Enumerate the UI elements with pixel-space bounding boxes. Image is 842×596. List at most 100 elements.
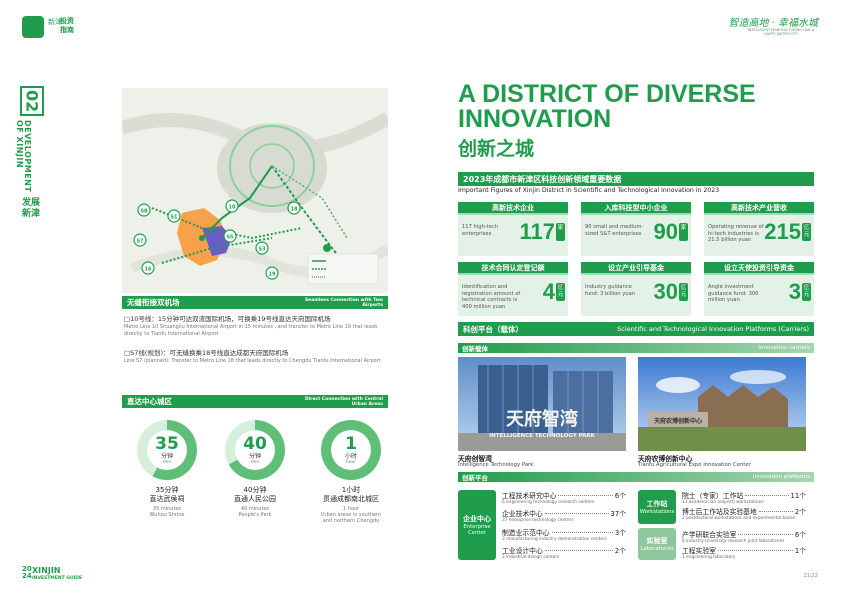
chapter-title-en: DEVELOPMENT [23, 120, 32, 193]
airport-title-cn: 无缝衔接双机场 [127, 298, 180, 307]
map-label: S3 [258, 247, 266, 253]
platform-count: 6个 [614, 492, 626, 500]
time-value: 35 [155, 433, 179, 454]
chapter-title-en-2: OF XINJIN [15, 120, 24, 169]
guide-subtitle: INVESTMENT GUIDE [32, 576, 83, 581]
time-unit: 小时 [344, 452, 357, 460]
tag-title: 实验室 [646, 536, 668, 545]
stat-card-unit: 亿元 [556, 283, 565, 301]
stat-card-value: 117 [519, 219, 556, 244]
stat-card-value: 4 [542, 279, 555, 304]
figures-title-cn: 2023年成都市新津区科技创新领域重要数据 [463, 174, 622, 184]
platform-count: 2个 [614, 547, 626, 555]
platform-name-en: 6 engineering technology research center… [502, 500, 595, 505]
time-unit-en: hour [345, 459, 357, 465]
platform-name: 制造业示范中心 [502, 529, 550, 537]
time-label-en: 40 minutes People's Park [238, 506, 272, 518]
chapter-number: 02 [20, 86, 44, 116]
innovation-platforms-subheader: 创新平台 Innovation platforms [458, 472, 814, 482]
time-unit-en: min [250, 459, 260, 465]
photo1-caption-en: Intelligence Technology Park [458, 462, 534, 468]
time-unit-en: min [162, 459, 172, 465]
tag-laboratories: 实验室 Laboratories [638, 528, 676, 560]
stat-card-desc: 117 high-tech enterprises [462, 224, 499, 237]
metro-map: S8 S7 S1 10 16 S5 S3 18 19 [122, 88, 388, 293]
map-label: 16 [145, 267, 152, 273]
urban-title-cn: 直达中心城区 [127, 397, 172, 406]
stat-card-desc: Industry guidance fund: 3 billion yuan [585, 284, 636, 297]
list-item: 产学研联合实验室 6个 6 industry-university-researc… [682, 529, 806, 544]
time-label-en: 1 hour Urban areas in southern and north… [320, 506, 382, 524]
urban-section-header: 直达中心城区 Direct Connection with Central Ur… [122, 395, 388, 408]
slogan: 智造高地 · 幸福水城 [728, 18, 818, 29]
platform-name-en: 37 enterprise technology centers [502, 518, 574, 523]
airport-title-en: Seamless Connection with Two Airports [304, 297, 383, 308]
tag-enterprise-center: 企业中心 Enterprise Center [458, 490, 496, 560]
slogan-subtitle: INTELLIGENT MANUFACTURING HUB & HAPPY WA… [747, 28, 815, 36]
guide-name: XINJIN [32, 566, 61, 575]
photo-sign-en: INTELLIGENCE TECHNOLOGY PARK [489, 433, 596, 439]
platform-name: 工业设计中心 [502, 547, 543, 555]
stat-card-head: 入库科技型中小企业 [581, 202, 691, 215]
tag-title: 工作站 [646, 499, 668, 508]
platform-name: 产学研联合实验室 [682, 531, 737, 539]
line-s7-cn: □S7线(规划)：可无缝换乘18号线直达成都天府国际机场 [124, 349, 289, 357]
carriers-subheader: 创新载体 Innovation carriers [458, 343, 814, 353]
tag-workstations: 工作站 Workstations [638, 490, 676, 524]
stat-card-desc: Angle investment guidance fund: 300 mill… [708, 284, 759, 303]
platform-name-en: 1 engineering laboratory [682, 555, 736, 560]
guide-year: 20 24 [22, 565, 32, 580]
platform-name: 工程实验室 [682, 547, 716, 555]
chapter-title-cn: 发展新津 [22, 198, 41, 219]
stat-card-unit: 家 [679, 223, 688, 241]
time-unit: 分钟 [160, 452, 173, 460]
stat-card-industry-fund: 设立产业引导基金 Industry guidance fund: 3 billi… [581, 262, 691, 316]
map-label: S1 [170, 215, 178, 221]
platform-count: 3个 [614, 529, 626, 537]
logo-guide-text: 投资指南 [60, 17, 74, 34]
stat-card-head: 高新技术企业 [458, 202, 568, 215]
carriers-title-en: Innovation carriers [758, 345, 810, 351]
stat-card-revenue: 高新技术产业营收 Operating revenue of hi-tech in… [704, 202, 814, 256]
list-item: 工业设计中心 2个 2 industrial-design centers [502, 545, 626, 560]
platform-name: 院士（专家）工作站 [682, 492, 744, 500]
photo-sign: 天府智湾 [506, 408, 578, 430]
stat-card-value: 30 [653, 279, 678, 304]
stat-card-head: 设立产业引导基金 [581, 262, 691, 275]
list-item: 企业技术中心 37个 37 enterprise technology cente… [502, 508, 626, 523]
tag-subtitle: Workstations [639, 508, 675, 515]
time-ring: 1 小时 hour [321, 420, 381, 480]
map-label: 10 [229, 205, 236, 211]
photo-agri-expo-center: 天府农博创新中心 [638, 357, 806, 451]
platform-count: 37个 [610, 510, 626, 518]
innovation-platforms-cn: 创新平台 [462, 474, 488, 482]
metro-map-svg: S8 S7 S1 10 16 S5 S3 18 19 [122, 88, 388, 293]
stat-card-head: 设立天使投资引导资金 [704, 262, 814, 275]
photo-sign: 天府农博创新中心 [654, 417, 702, 425]
list-item: 制造业示范中心 3个 3 manufacturing industry demon… [502, 527, 626, 542]
airport-section-header: 无缝衔接双机场 Seamless Connection with Two Air… [122, 296, 388, 309]
carriers-title-cn: 创新载体 [462, 345, 488, 353]
platform-name: 企业技术中心 [502, 510, 543, 518]
platform-name-en: 2 postdoctoral workstations and experime… [682, 516, 795, 521]
map-label: 19 [269, 272, 276, 278]
map-label: S8 [140, 209, 148, 215]
time-circle-wuhou: 35 分钟 min 35分钟 直达武侯祠 35 minutes Wuhou Sh… [132, 420, 202, 518]
stat-card-desc: 90 small and medium-sized S&T enterprise… [585, 224, 644, 237]
urban-title-en: Direct Connection with Central Urban Are… [304, 396, 383, 407]
platform-name: 工程技术研究中心 [502, 492, 557, 500]
time-value: 1 [345, 433, 357, 454]
photo-intelligence-park-svg: 天府智湾 INTELLIGENCE TECHNOLOGY PARK [458, 357, 626, 451]
stat-card-value: 215 [764, 219, 801, 244]
time-circle-chengdu: 1 小时 hour 1小时 贯通成都南北城区 1 hour Urban area… [313, 420, 389, 524]
platform-name-en: 2 industrial-design centers [502, 555, 560, 560]
stat-card-desc: Identification and registration amount o… [462, 284, 521, 310]
stat-card-value: 90 [653, 219, 678, 244]
stat-card-head: 技术合同认定登记额 [458, 262, 568, 275]
stat-card-head: 高新技术产业营收 [704, 202, 814, 215]
time-value: 40 [243, 433, 267, 454]
line-s7-en: Line S7 (planned): Transfer to Metro Lin… [124, 358, 381, 364]
map-label: 18 [291, 207, 298, 213]
logo-icon [22, 16, 44, 38]
line-10-en: Metro Line 10 Shuangliu International Ai… [124, 324, 378, 337]
